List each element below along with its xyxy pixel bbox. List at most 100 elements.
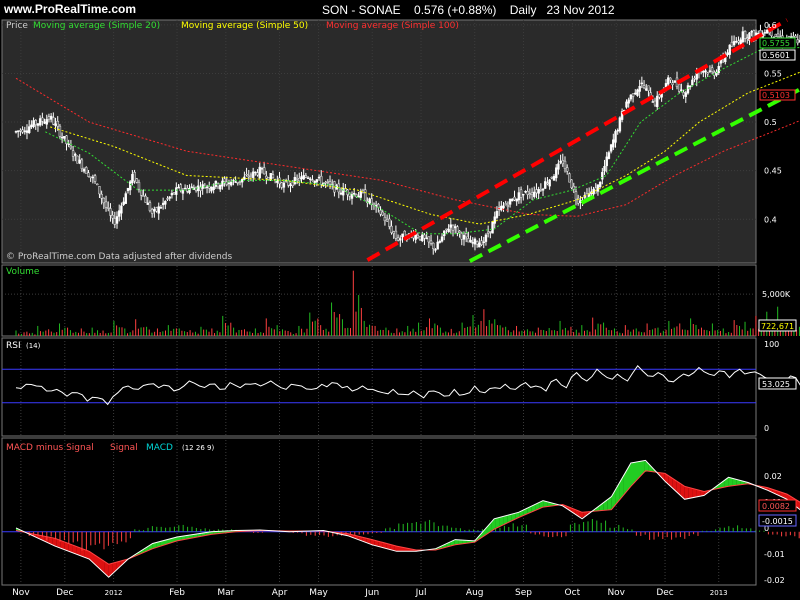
candle-body	[546, 182, 549, 184]
candle-body	[258, 166, 261, 179]
candle-body	[605, 156, 608, 167]
sma100-badge-text: 0.5103	[762, 91, 790, 100]
chart-canvas: Nov Dec 2012 Feb Mar Apr May Jun Jul Aug Sep Oct Nov…	[1, 18, 800, 598]
candle-body	[256, 172, 259, 176]
candle-body	[673, 80, 676, 83]
macd-hist-badge-text: -0.0015	[762, 517, 793, 526]
rsi-tick-label: 100	[764, 340, 779, 349]
price-tick-label: 0.4	[764, 215, 777, 224]
price-tick-label: 0.55	[764, 69, 782, 78]
candle-body	[491, 221, 494, 234]
candle-body	[282, 182, 286, 188]
x-tick-label: May	[309, 588, 328, 598]
candle-body	[502, 205, 505, 209]
candle-body	[52, 117, 55, 125]
candle-body	[631, 93, 635, 97]
candle-body	[306, 177, 310, 179]
candle-body	[115, 216, 119, 224]
candle-body	[295, 177, 299, 180]
candle-body	[247, 175, 250, 178]
candle-body	[544, 181, 547, 189]
candle-body	[629, 94, 633, 100]
candle-body	[555, 167, 558, 179]
candle-body	[71, 150, 75, 157]
candle-body	[519, 189, 523, 198]
candle-body	[427, 236, 431, 243]
candle-body	[513, 196, 516, 201]
candle-body	[627, 99, 630, 104]
candle-body	[304, 175, 308, 178]
candle-body	[309, 178, 312, 181]
candle-body	[131, 173, 134, 183]
candle-body	[451, 224, 455, 231]
candle-body	[120, 205, 123, 214]
x-tick-label: Nov	[12, 588, 30, 598]
candle-body	[677, 83, 681, 92]
candle-body	[702, 70, 705, 73]
candle-body	[267, 177, 270, 180]
candle-body	[658, 94, 661, 98]
candle-body	[792, 36, 795, 38]
candle-body	[148, 202, 152, 211]
candle-body	[732, 41, 736, 46]
candle-body	[671, 82, 674, 85]
candle-body	[526, 191, 529, 195]
candle-body	[528, 193, 532, 196]
x-tick-label: Nov	[607, 588, 625, 598]
candle-body	[43, 121, 46, 124]
candle-body	[236, 181, 239, 184]
candle-body	[636, 89, 639, 96]
candle-body	[456, 226, 459, 234]
candle-body	[774, 33, 778, 37]
candle-body	[421, 234, 424, 242]
candle-body	[300, 176, 303, 180]
x-tick-label: Feb	[169, 588, 185, 598]
candle-body	[737, 40, 740, 43]
candle-body	[93, 175, 97, 182]
candle-body	[172, 192, 176, 195]
candle-body	[445, 228, 448, 231]
candle-body	[155, 207, 158, 212]
candle-body	[359, 190, 362, 198]
candle-body	[691, 79, 694, 86]
candle-body	[368, 198, 371, 204]
candle-body	[234, 181, 237, 183]
candle-body	[47, 116, 51, 120]
candle-body	[598, 181, 602, 188]
candle-body	[530, 192, 534, 195]
candle-body	[205, 186, 209, 189]
price-tick-label: 0.5	[764, 118, 777, 127]
candle-body	[688, 85, 692, 88]
candle-body	[728, 44, 731, 55]
candle-body	[484, 234, 488, 242]
candle-body	[210, 186, 213, 192]
candle-body	[289, 184, 292, 187]
candle-body	[565, 167, 569, 172]
candle-body	[262, 167, 266, 175]
candle-body	[87, 172, 90, 177]
candle-body	[315, 179, 319, 183]
candle-body	[706, 72, 709, 75]
candle-body	[89, 176, 92, 178]
candle-body	[388, 218, 391, 227]
candle-body	[219, 184, 222, 190]
candle-body	[607, 152, 611, 159]
candle-body	[230, 181, 233, 186]
candle-body	[212, 186, 215, 190]
candle-body	[436, 241, 439, 250]
macd-signal-label: Signal	[110, 443, 138, 453]
candle-body	[293, 177, 297, 185]
candle-body	[533, 191, 536, 197]
candle-body	[177, 186, 180, 189]
candle-body	[601, 171, 604, 180]
candle-body	[524, 191, 527, 193]
price-tick-label: 0.45	[764, 167, 782, 176]
candle-body	[478, 242, 481, 248]
candle-body	[166, 198, 169, 200]
candle-body	[638, 86, 641, 92]
candle-body	[447, 228, 450, 233]
candle-body	[548, 179, 551, 187]
macd-fill	[684, 486, 689, 500]
candle-body	[383, 216, 387, 222]
candle-body	[190, 186, 193, 188]
